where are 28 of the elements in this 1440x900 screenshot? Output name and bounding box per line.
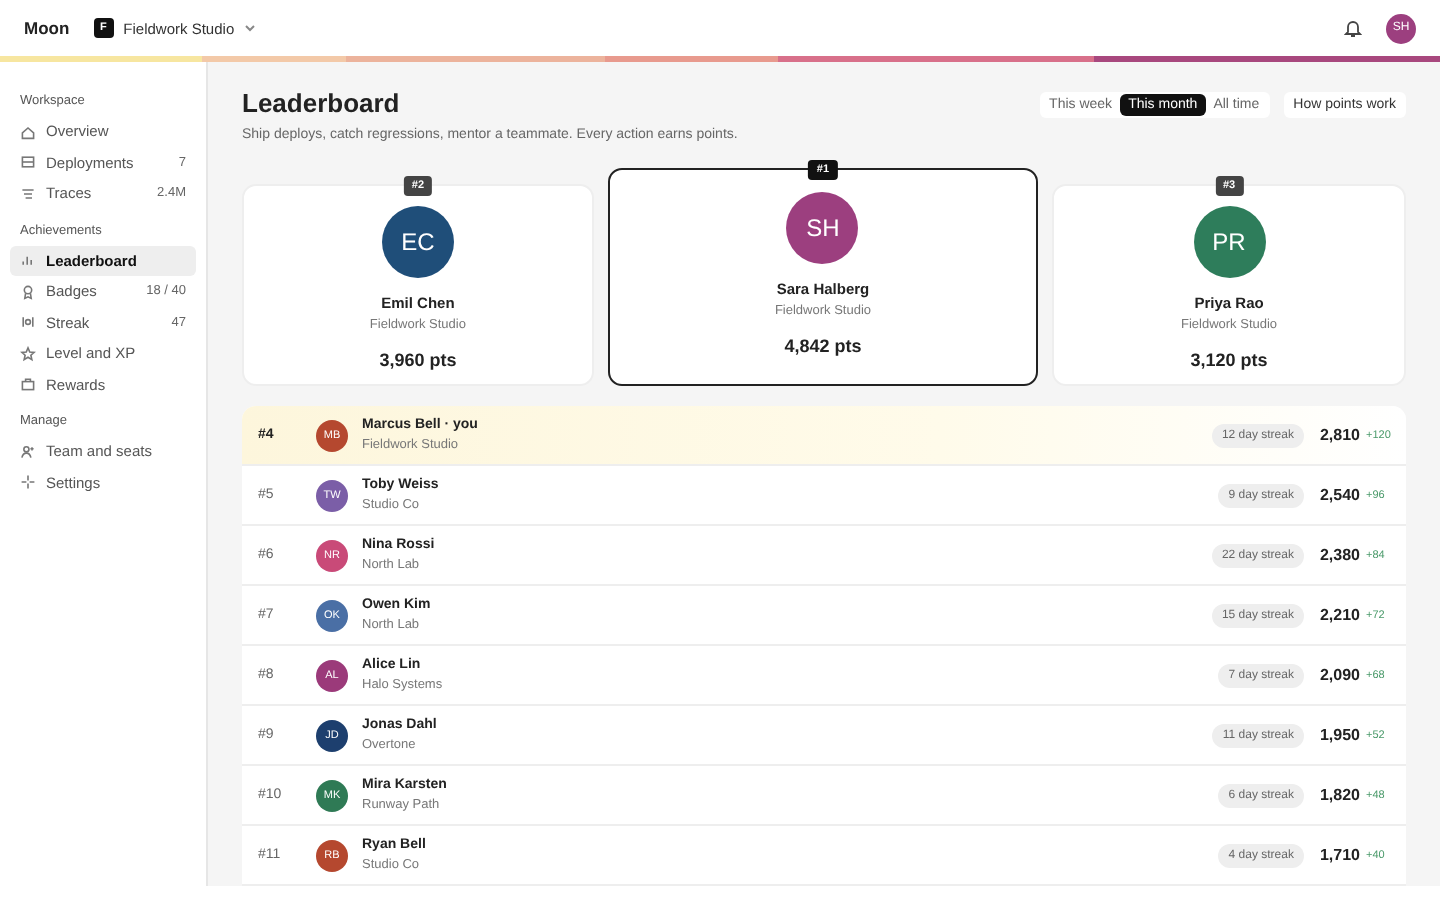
avatar: EC bbox=[381, 206, 454, 278]
points: 2,540 bbox=[1319, 486, 1360, 504]
points: 2,090 bbox=[1319, 666, 1360, 684]
bar-chart-icon bbox=[20, 252, 36, 269]
deployments-icon bbox=[20, 154, 36, 171]
streak-icon bbox=[20, 314, 36, 331]
house-icon bbox=[20, 123, 36, 140]
page-title: Leaderboard bbox=[242, 88, 402, 118]
caret-icon[interactable] bbox=[244, 24, 257, 32]
star-icon bbox=[20, 345, 36, 362]
points: 3,960 pts bbox=[379, 350, 457, 370]
app-name: Moon bbox=[24, 18, 70, 38]
points: 1,710 bbox=[1319, 846, 1360, 864]
avatar: PR bbox=[1193, 206, 1266, 278]
settings-icon bbox=[20, 474, 36, 491]
points: 4,842 pts bbox=[784, 336, 862, 356]
bell-icon[interactable] bbox=[1344, 18, 1362, 38]
list-icon bbox=[20, 185, 36, 202]
badge-icon bbox=[20, 283, 36, 300]
avatar: SH bbox=[786, 192, 859, 264]
points: 1,950 bbox=[1319, 726, 1360, 744]
points: 1,820 bbox=[1319, 786, 1360, 804]
briefcase-icon bbox=[20, 376, 36, 393]
points: 2,210 bbox=[1319, 606, 1360, 624]
points: 3,120 pts bbox=[1190, 350, 1268, 370]
person-add-icon bbox=[20, 443, 36, 460]
points: 2,380 bbox=[1319, 546, 1360, 564]
points: 2,810 bbox=[1319, 426, 1360, 444]
